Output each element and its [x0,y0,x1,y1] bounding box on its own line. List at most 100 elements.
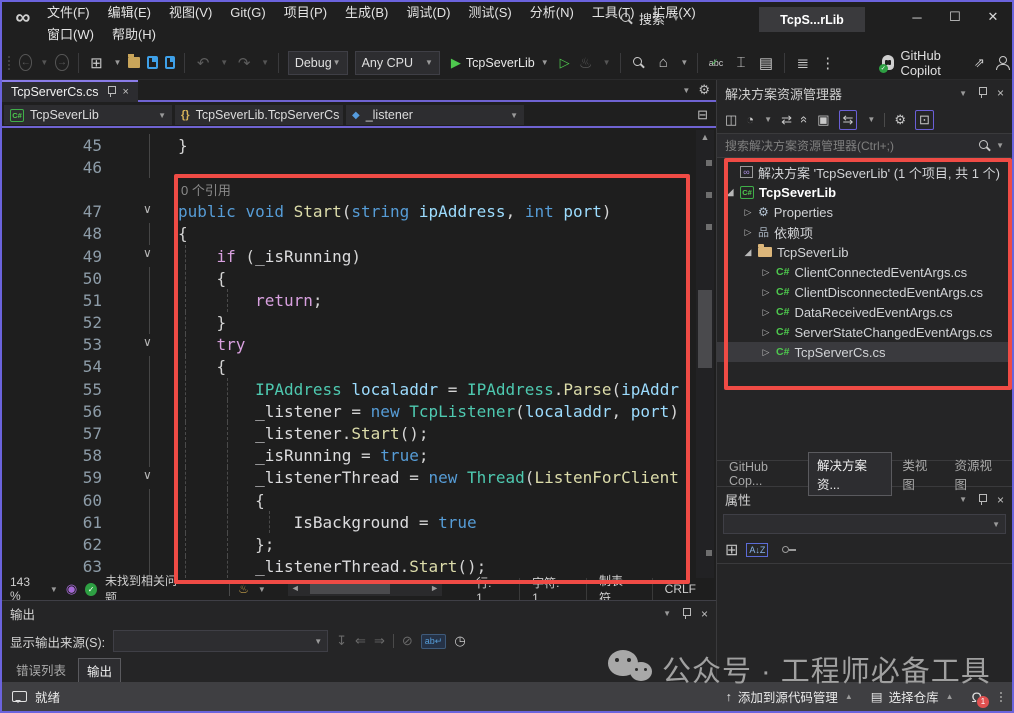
menu-item[interactable]: 文件(F) [38,3,99,23]
toolbar-grip[interactable] [8,56,10,70]
menu-item[interactable]: 编辑(E) [99,3,160,23]
code-line[interactable]: 45} [2,134,716,156]
maximize-button[interactable]: ☐ [936,2,974,32]
spell-check-icon[interactable]: abc [707,52,725,74]
scrollbar-thumb[interactable] [698,290,712,368]
close-button[interactable]: ✕ [974,2,1012,32]
tab-输出[interactable]: 输出 [78,658,121,683]
clear-all-icon[interactable]: ⊘ [402,633,413,649]
code-line[interactable]: 0 个引用 [2,178,716,200]
code-line[interactable]: 52 } [2,312,716,334]
hot-reload-icon[interactable]: ♨ [577,52,595,74]
code-line[interactable]: 54 { [2,356,716,378]
tree-item-tcpseverlib[interactable]: ◢TcpSeverLib [717,242,1012,262]
chevron-down-icon[interactable]: ▼ [50,585,58,594]
navigate-forward-icon[interactable]: → [55,54,68,71]
close-icon[interactable]: × [701,607,708,621]
undo-icon[interactable]: ↶ [194,52,212,74]
tab-错误列表[interactable]: 错误列表 [8,658,74,681]
menu-item[interactable]: 生成(B) [336,3,397,23]
chevron-down-icon[interactable]: ▼ [959,495,967,504]
chevron-down-icon[interactable]: ▼ [663,609,671,618]
menu-item[interactable]: 测试(S) [459,3,520,23]
expander-collapsed-icon[interactable]: ▷ [761,327,771,338]
chevron-down-icon[interactable]: ▼ [603,58,611,67]
menu-item[interactable]: Git(G) [221,3,274,23]
solution-platform-dropdown[interactable]: Any CPU ▼ [355,51,440,75]
chevron-down-icon[interactable]: ▼ [680,58,688,67]
chevron-down-icon[interactable]: ▼ [258,585,266,594]
notifications-bell-icon[interactable]: Ω 1 [972,689,982,705]
editor-options-gear-icon[interactable]: ⚙ [698,82,710,98]
tree-item-tcpseverlib[interactable]: ◢C#TcpSeverLib [717,182,1012,202]
previous-message-icon[interactable]: ⇐ [355,633,366,649]
solution-search-box[interactable]: 搜索解决方案资源管理器(Ctrl+;) ▼ [717,134,1012,158]
chevron-down-icon[interactable]: ▼ [40,58,48,67]
menu-item[interactable]: 视图(V) [160,3,221,23]
pin-icon[interactable] [977,494,987,506]
expander-expanded-icon[interactable]: ◢ [743,247,753,258]
code-line[interactable]: 62 }; [2,533,716,555]
fold-chevron-icon[interactable] [102,467,178,489]
feedback-person-icon[interactable] [995,56,1006,70]
code-line[interactable]: 49 if (_isRunning) [2,245,716,267]
categorized-icon[interactable]: ⊞ [725,540,738,560]
expander-collapsed-icon[interactable]: ▷ [743,227,753,238]
chevron-down-icon[interactable]: ▼ [867,115,875,124]
tree-item-properties[interactable]: ▷⚙Properties [717,202,1012,222]
code-line[interactable]: 61 IsBackground = true [2,511,716,533]
expander-collapsed-icon[interactable]: ▷ [761,267,771,278]
chevron-down-icon[interactable]: ▼ [959,89,967,98]
menu-item[interactable]: 帮助(H) [103,25,165,45]
close-icon[interactable]: × [123,86,129,98]
tab-类视图[interactable]: 类视图 [894,453,944,495]
tree-item-clientconnectedeventargs-cs[interactable]: ▷C#ClientConnectedEventArgs.cs [717,262,1012,282]
pending-changes-filter-icon[interactable]: ◔ [746,112,754,127]
menu-item[interactable]: 项目(P) [275,3,336,23]
expander-expanded-icon[interactable]: ◢ [725,187,735,198]
tree-item--tcpseverlib-1-1-[interactable]: ∞解决方案 'TcpSeverLib' (1 个项目, 共 1 个) [717,162,1012,182]
chevron-down-icon[interactable]: ▼ [764,115,772,124]
timestamp-clock-icon[interactable]: ◷ [454,633,465,649]
collapse-all-icon[interactable]: « [797,116,812,123]
tree-item--[interactable]: ▷品依赖项 [717,222,1012,242]
editor-horizontal-scrollbar[interactable]: ◄ ► [288,582,442,596]
indent-icon[interactable]: ≣ [794,52,812,74]
fold-chevron-icon[interactable] [102,334,178,356]
word-wrap-icon[interactable]: ab↵ [421,634,447,649]
new-project-icon[interactable]: ⊞ [87,52,105,74]
expander-collapsed-icon[interactable]: ▷ [761,287,771,298]
code-line[interactable]: 57 _listener.Start(); [2,422,716,444]
code-line[interactable]: 60 { [2,489,716,511]
search-control[interactable]: 搜索 ▼ [620,9,680,28]
copilot-status-button[interactable]: ✓ GitHub Copilot [882,48,964,78]
document-tab[interactable]: TcpServerCs.cs × [2,80,138,102]
code-line[interactable]: 59 _listenerThread = new Thread(ListenFo… [2,467,716,489]
tree-item-tcpservercs-cs[interactable]: ▷C#TcpServerCs.cs [717,342,1012,362]
code-line[interactable]: 53 try [2,334,716,356]
fold-chevron-icon[interactable] [102,201,178,223]
expander-collapsed-icon[interactable]: ▷ [761,307,771,318]
code-cleanup-icon[interactable]: ♨ [238,582,249,596]
find-in-files-icon[interactable] [629,52,647,74]
code-line[interactable]: 48{ [2,223,716,245]
tree-item-clientdisconnectedeventargs-cs[interactable]: ▷C#ClientDisconnectedEventArgs.cs [717,282,1012,302]
zoom-level[interactable]: 143 % [10,575,41,603]
pin-icon[interactable] [681,608,691,620]
redo-icon[interactable]: ↷ [235,52,253,74]
scrollbar-thumb[interactable] [310,584,390,594]
properties-object-dropdown[interactable]: ▼ [723,514,1006,534]
tab-GitHub-Cop-[interactable]: GitHub Cop... [721,458,806,490]
code-line[interactable]: 55 IPAddress localaddr = IPAddress.Parse… [2,378,716,400]
close-icon[interactable]: × [997,86,1004,100]
scroll-left-icon[interactable]: ◄ [291,583,300,593]
solution-home-icon[interactable]: ⌂ [654,52,672,74]
codelens-references[interactable]: 0 个引用 [181,180,231,199]
tree-item-datareceivedeventargs-cs[interactable]: ▷C#DataReceivedEventArgs.cs [717,302,1012,322]
menu-item[interactable]: 窗口(W) [38,25,103,45]
breadcrumb-member[interactable]: ◆ _listener ▼ [346,105,524,125]
menu-item[interactable]: 分析(N) [521,3,583,23]
performance-indicator-icon[interactable]: ◉ [66,581,77,597]
navigate-back-icon[interactable]: ← [19,54,32,71]
chevron-down-icon[interactable]: ▼ [113,58,121,67]
